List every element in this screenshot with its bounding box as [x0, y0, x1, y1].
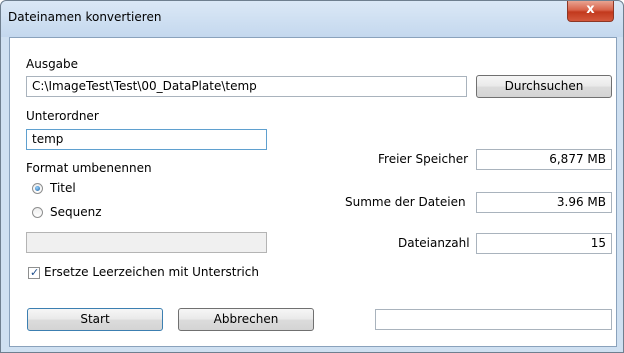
- dialog-window: Dateinamen konvertieren x Ausgabe C:\Ima…: [0, 0, 624, 353]
- subfolder-input[interactable]: temp: [26, 129, 267, 150]
- start-button[interactable]: Start: [27, 308, 163, 331]
- subfolder-label: Unterordner: [26, 109, 99, 123]
- file-count-label: Dateianzahl: [398, 236, 470, 250]
- free-space-value: 6,877 MB: [476, 149, 612, 170]
- rename-format-label: Format umbenennen: [26, 161, 152, 175]
- status-field: [375, 309, 612, 330]
- file-count-value: 15: [476, 233, 612, 254]
- sequence-input[interactable]: [26, 232, 267, 253]
- window-title: Dateinamen konvertieren: [8, 10, 162, 24]
- radio-title[interactable]: [32, 183, 43, 194]
- output-label: Ausgabe: [26, 57, 79, 71]
- cancel-button[interactable]: Abbrechen: [178, 308, 314, 331]
- close-icon: x: [586, 2, 595, 17]
- radio-title-label[interactable]: Titel: [50, 181, 76, 195]
- replace-spaces-label[interactable]: Ersetze Leerzeichen mit Unterstrich: [44, 265, 259, 279]
- radio-selected-dot: [35, 186, 40, 191]
- total-size-value: 3.96 MB: [476, 192, 612, 213]
- radio-sequence-label[interactable]: Sequenz: [50, 205, 102, 219]
- close-button[interactable]: x: [567, 1, 614, 22]
- free-space-label: Freier Speicher: [378, 152, 469, 166]
- title-bar[interactable]: Dateinamen konvertieren x: [1, 1, 623, 37]
- browse-button[interactable]: Durchsuchen: [476, 75, 612, 98]
- dialog-content: Ausgabe C:\ImageTest\Test\00_DataPlate\t…: [9, 37, 617, 347]
- total-size-label: Summe der Dateien: [345, 195, 466, 209]
- checkmark-icon: ✓: [30, 266, 40, 279]
- radio-sequence[interactable]: [32, 207, 43, 218]
- replace-spaces-checkbox[interactable]: ✓: [28, 266, 40, 279]
- output-path-field[interactable]: C:\ImageTest\Test\00_DataPlate\temp: [26, 76, 467, 97]
